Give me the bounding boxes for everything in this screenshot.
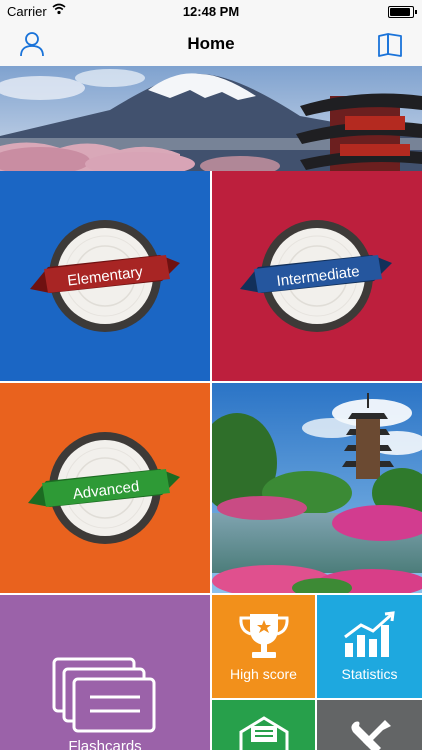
mail-tile[interactable] [212,700,315,750]
statistics-label: Statistics [341,666,398,682]
trophy-icon [239,614,289,658]
intermediate-label-svg: Intermediate [276,263,361,290]
flashcards-tile[interactable]: Flashcards [0,595,210,750]
status-bar: Carrier 12:48 PM [0,0,422,22]
high-score-tile[interactable]: High score [212,595,315,698]
bar-chart-icon [344,611,395,657]
advanced-tile[interactable]: Advanced [0,383,210,593]
elementary-label: Elementary [66,263,144,289]
elementary-tile[interactable]: Elementary [0,171,210,381]
envelope-icon [239,716,289,750]
advanced-label: Advanced [72,478,140,503]
intermediate-tile[interactable]: Intermediate [212,171,422,381]
advanced-label-svg: Advanced [72,478,140,503]
battery-icon [388,6,417,18]
page-title: Home [187,34,235,53]
high-score-label: High score [230,666,297,682]
intermediate-label: Intermediate [276,263,361,290]
book-icon[interactable] [376,30,404,58]
hero-banner-image [0,66,422,171]
navigation-bar: Home [0,22,422,67]
tools-tile[interactable] [317,700,422,750]
garden-photo-image [212,383,422,593]
statistics-tile[interactable]: Statistics [317,595,422,698]
flashcards-label: Flashcards [68,738,142,750]
elementary-label-svg: Elementary [66,263,144,289]
wrench-screwdriver-icon [351,720,391,750]
flashcards-icon [52,657,156,733]
clock: 12:48 PM [182,4,240,19]
